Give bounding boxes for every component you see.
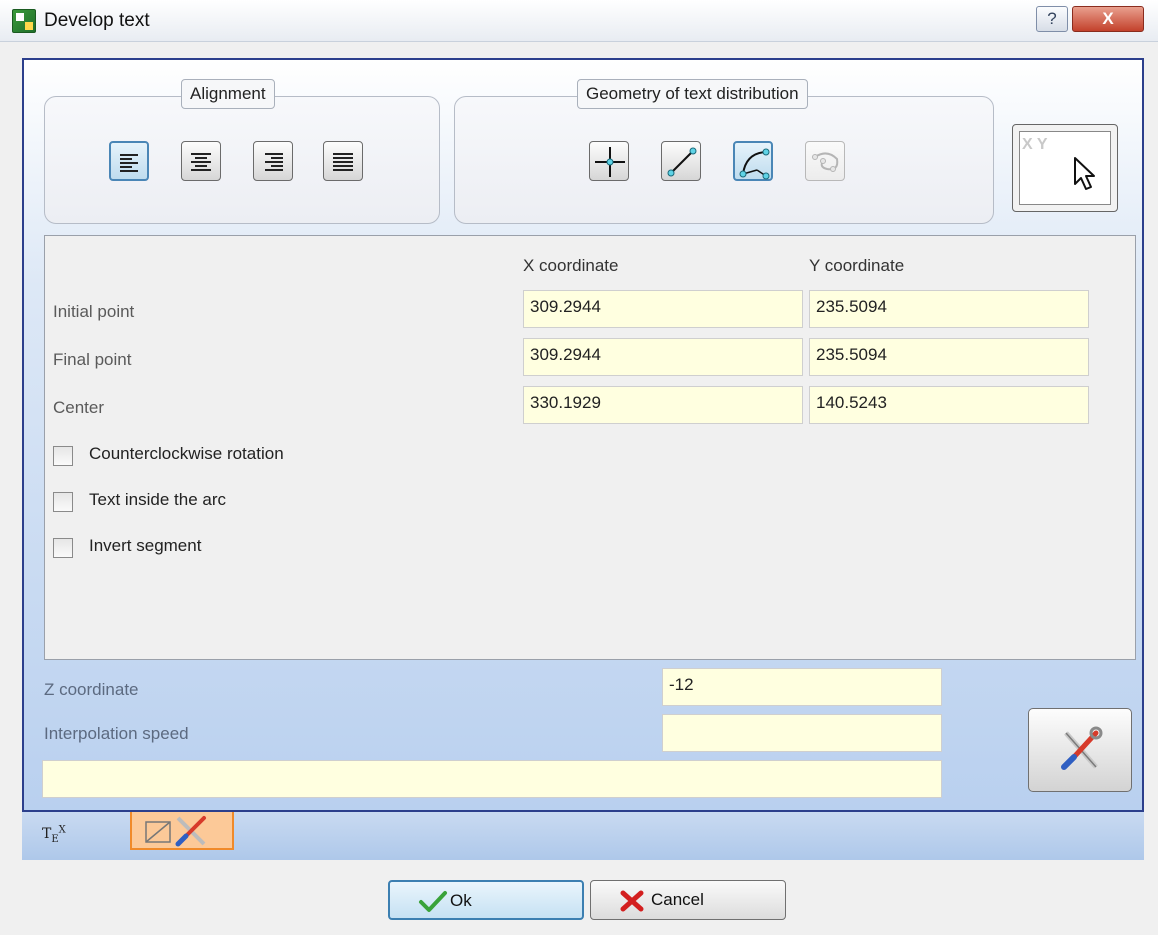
help-icon: ? bbox=[1047, 9, 1057, 28]
geometry-group-title: Geometry of text distribution bbox=[577, 79, 808, 109]
note-field[interactable] bbox=[42, 760, 942, 798]
geometry-segment-button[interactable] bbox=[661, 141, 701, 181]
z-coordinate-field[interactable]: -12 bbox=[662, 668, 942, 706]
geometry-free-path-button[interactable] bbox=[805, 141, 845, 181]
tex-e: E bbox=[51, 833, 59, 845]
initial-point-label: Initial point bbox=[53, 302, 135, 321]
final-point-y-field[interactable]: 235.5094 bbox=[809, 338, 1089, 376]
geometry-point-button[interactable] bbox=[589, 141, 629, 181]
free-path-icon bbox=[812, 152, 839, 172]
geometry-group: Geometry of text distribution bbox=[454, 79, 994, 224]
tex-x: X bbox=[58, 824, 66, 835]
center-label: Center bbox=[53, 398, 105, 417]
coordinates-panel: X coordinate Y coordinate Initial point … bbox=[44, 235, 1136, 660]
initial-point-y-field[interactable]: 235.5094 bbox=[809, 290, 1089, 328]
xy-label: X Y bbox=[1022, 136, 1048, 153]
tab-text[interactable]: TEX bbox=[42, 824, 66, 844]
align-justify-button[interactable] bbox=[323, 141, 363, 181]
window-title: Develop text bbox=[44, 10, 150, 31]
tools-settings-button[interactable] bbox=[1028, 708, 1132, 792]
alignment-group-title: Alignment bbox=[181, 79, 275, 109]
close-button[interactable]: X bbox=[1072, 6, 1144, 32]
tools-icon bbox=[1061, 726, 1103, 770]
final-point-x-field[interactable]: 309.2944 bbox=[523, 338, 803, 376]
invert-segment-label: Invert segment bbox=[89, 536, 202, 555]
align-left-button[interactable] bbox=[109, 141, 149, 181]
align-center-button[interactable] bbox=[181, 141, 221, 181]
text-inside-arc-checkbox[interactable] bbox=[53, 492, 73, 512]
align-right-button[interactable] bbox=[253, 141, 293, 181]
tab-strip: TEX bbox=[22, 812, 1144, 860]
align-right-icon bbox=[263, 151, 285, 173]
x-coordinate-header: X coordinate bbox=[523, 256, 619, 275]
interpolation-speed-field[interactable] bbox=[662, 714, 942, 752]
point-icon bbox=[595, 147, 625, 177]
cancel-button[interactable]: Cancel bbox=[590, 880, 786, 920]
counterclockwise-label: Counterclockwise rotation bbox=[89, 444, 284, 463]
cursor-icon bbox=[1074, 157, 1095, 190]
cancel-label: Cancel bbox=[651, 890, 704, 909]
invert-segment-checkbox[interactable] bbox=[53, 538, 73, 558]
tab-machining[interactable] bbox=[130, 812, 234, 850]
interpolation-speed-label: Interpolation speed bbox=[44, 724, 189, 743]
align-left-icon bbox=[120, 152, 142, 174]
final-point-label: Final point bbox=[53, 350, 132, 369]
initial-point-x-field[interactable]: 309.2944 bbox=[523, 290, 803, 328]
main-panel: Alignment Geometry of text distribution … bbox=[22, 58, 1144, 812]
geometry-arc-button[interactable] bbox=[733, 141, 773, 181]
pick-from-drawing-button[interactable]: X Y bbox=[1012, 124, 1118, 212]
tex-t: T bbox=[42, 825, 52, 842]
machining-tools-icon bbox=[145, 816, 206, 847]
pick-preview: X Y bbox=[1019, 131, 1111, 205]
align-justify-icon bbox=[333, 151, 355, 173]
close-icon: X bbox=[1102, 9, 1114, 28]
title-bar: Develop text ? X bbox=[0, 0, 1158, 42]
align-center-icon bbox=[191, 151, 213, 173]
z-coordinate-label: Z coordinate bbox=[44, 680, 139, 699]
segment-icon bbox=[667, 147, 697, 177]
counterclockwise-checkbox[interactable] bbox=[53, 446, 73, 466]
app-icon bbox=[12, 9, 36, 33]
ok-button[interactable]: Ok bbox=[388, 880, 584, 920]
cancel-icon bbox=[620, 890, 644, 912]
y-coordinate-header: Y coordinate bbox=[809, 256, 905, 275]
arc-icon bbox=[739, 148, 770, 180]
tex-icon: TEX bbox=[42, 824, 66, 845]
help-button[interactable]: ? bbox=[1036, 6, 1068, 32]
center-x-field[interactable]: 330.1929 bbox=[523, 386, 803, 424]
center-y-field[interactable]: 140.5243 bbox=[809, 386, 1089, 424]
check-icon bbox=[419, 891, 447, 912]
ok-label: Ok bbox=[450, 891, 472, 910]
alignment-group: Alignment bbox=[44, 79, 440, 224]
text-inside-arc-label: Text inside the arc bbox=[89, 490, 227, 509]
